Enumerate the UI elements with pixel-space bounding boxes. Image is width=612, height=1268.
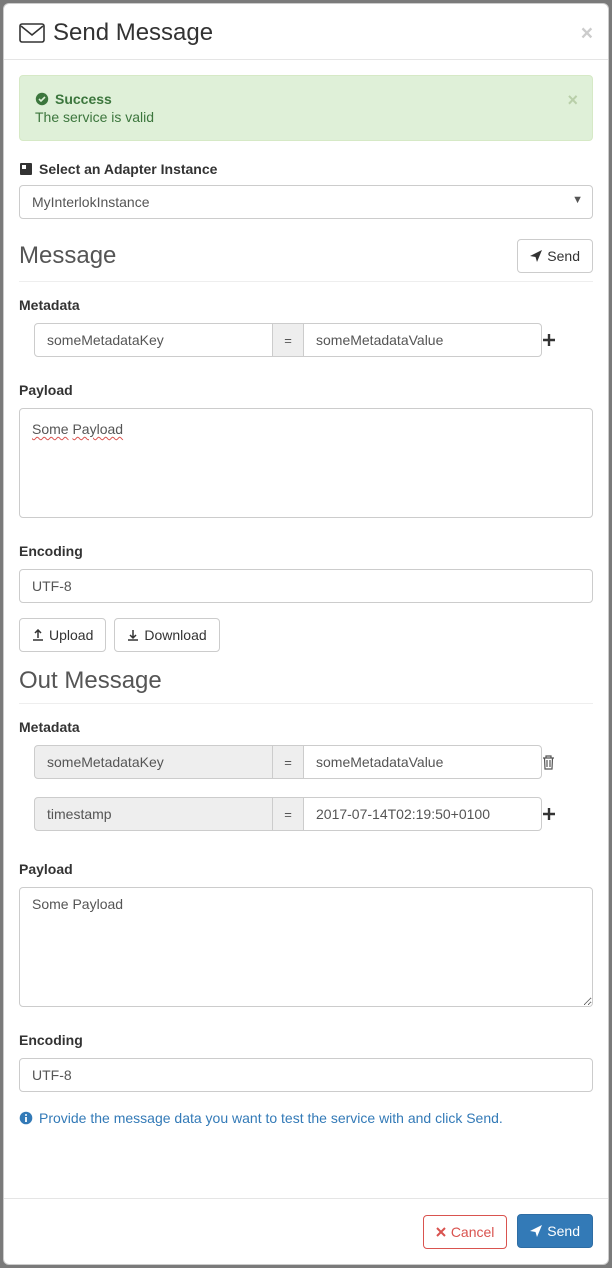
equals-label: = — [273, 745, 303, 779]
metadata-label: Metadata — [19, 297, 593, 313]
info-line: Provide the message data you want to tes… — [19, 1110, 593, 1126]
download-button[interactable]: Download — [114, 618, 219, 652]
download-icon — [127, 629, 139, 641]
metadata-value-input[interactable] — [303, 323, 542, 357]
alert-title: Success — [55, 91, 112, 107]
info-text: Provide the message data you want to tes… — [39, 1110, 503, 1126]
plus-icon — [542, 807, 578, 821]
out-payload-textarea[interactable]: Some Payload — [19, 887, 593, 1007]
close-icon[interactable]: × — [581, 23, 593, 44]
alert-close-icon[interactable]: × — [567, 90, 578, 111]
out-metadata-key-input — [34, 797, 273, 831]
message-section-header: Message Send — [19, 239, 593, 282]
message-heading: Message — [19, 242, 116, 270]
out-encoding-label: Encoding — [19, 1032, 593, 1048]
envelope-icon — [19, 23, 45, 43]
success-alert: Success The service is valid × — [19, 75, 593, 141]
paper-plane-icon — [530, 250, 542, 262]
modal-footer: Cancel Send — [4, 1198, 608, 1264]
out-metadata-row: = — [19, 745, 593, 779]
out-metadata-value-input[interactable] — [303, 745, 542, 779]
payload-label: Payload — [19, 382, 593, 398]
x-icon — [436, 1227, 446, 1237]
paper-plane-icon — [530, 1225, 542, 1237]
metadata-row: = — [19, 323, 593, 357]
check-circle-icon — [35, 92, 49, 106]
out-payload-label: Payload — [19, 861, 593, 877]
alert-message: The service is valid — [35, 109, 577, 125]
delete-metadata-button[interactable] — [542, 755, 578, 770]
send-button-inline[interactable]: Send — [517, 239, 593, 273]
adapter-select[interactable]: MyInterlokInstance — [19, 185, 593, 219]
modal-header: Send Message × — [4, 4, 608, 60]
add-metadata-button[interactable] — [542, 333, 578, 347]
equals-label: = — [273, 323, 303, 357]
out-metadata-value-input[interactable] — [303, 797, 542, 831]
out-metadata-label: Metadata — [19, 719, 593, 735]
out-metadata-row: = — [19, 797, 593, 831]
send-message-modal: Send Message × Success The service is va… — [3, 3, 609, 1265]
trash-icon — [542, 755, 578, 770]
modal-body: Success The service is valid × Select an… — [4, 60, 608, 1198]
upload-icon — [32, 629, 44, 641]
send-button[interactable]: Send — [517, 1214, 593, 1248]
encoding-label: Encoding — [19, 543, 593, 559]
upload-button[interactable]: Upload — [19, 618, 106, 652]
equals-label: = — [273, 797, 303, 831]
modal-title-text: Send Message — [53, 19, 213, 47]
out-message-heading: Out Message — [19, 667, 162, 695]
out-metadata-key-input — [34, 745, 273, 779]
adapter-icon — [19, 162, 33, 176]
info-circle-icon — [19, 1111, 33, 1125]
cancel-button[interactable]: Cancel — [423, 1215, 508, 1249]
modal-title: Send Message — [19, 19, 213, 47]
payload-word: Some — [32, 421, 69, 437]
payload-word: Payload — [72, 421, 123, 437]
payload-textarea[interactable]: Some Payload — [19, 408, 593, 518]
encoding-input[interactable] — [19, 569, 593, 603]
out-message-section-header: Out Message — [19, 667, 593, 704]
metadata-key-input[interactable] — [34, 323, 273, 357]
out-encoding-input[interactable] — [19, 1058, 593, 1092]
adapter-label: Select an Adapter Instance — [19, 161, 593, 177]
add-out-metadata-button[interactable] — [542, 807, 578, 821]
